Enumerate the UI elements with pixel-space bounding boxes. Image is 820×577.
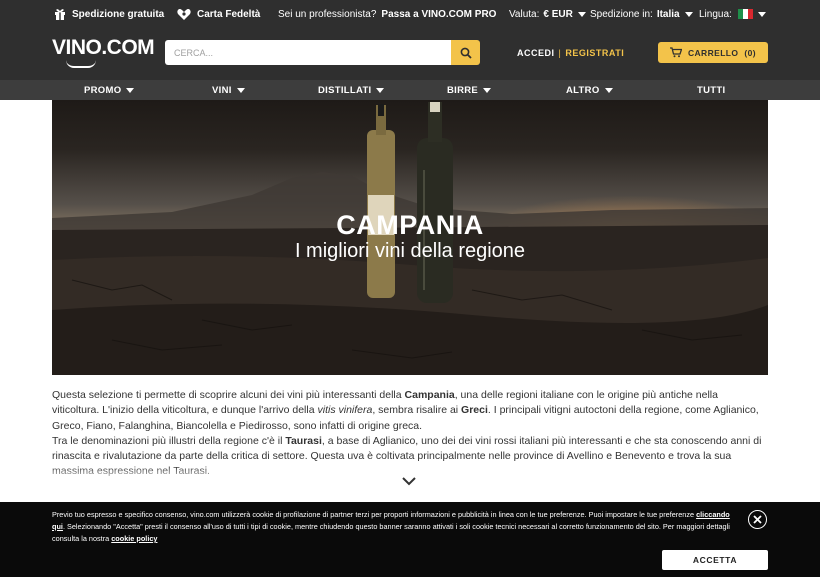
search-button[interactable] <box>451 40 480 65</box>
free-shipping-link[interactable]: Spedizione gratuita <box>54 0 164 28</box>
expand-text-button[interactable] <box>402 473 416 491</box>
register-link[interactable]: REGISTRATI <box>565 48 624 58</box>
cart-button[interactable]: CARRELLO (0) <box>658 42 768 63</box>
nav-label: DISTILLATI <box>318 84 372 96</box>
taurasi-term: Taurasi <box>285 434 322 447</box>
vitis-vinifera-term: vitis vinifera <box>317 404 373 417</box>
free-shipping-label: Spedizione gratuita <box>72 8 165 20</box>
language-selector[interactable]: Lingua: <box>699 0 766 28</box>
chevron-down-icon <box>126 87 135 93</box>
shipping-country-selector[interactable]: Spedizione in: Italia <box>590 0 693 28</box>
chevron-down-icon <box>577 11 586 17</box>
currency-value: € EUR <box>543 8 573 20</box>
nav-label: VINI <box>212 84 232 96</box>
region-name: Campania <box>404 389 455 401</box>
cookie-policy-link[interactable]: cookie policy <box>111 534 157 543</box>
loyalty-card-label: Carta Fedeltà <box>197 8 261 20</box>
nav-item-birre[interactable]: BIRRE <box>447 80 492 100</box>
nav-item-vini[interactable]: VINI <box>212 80 245 100</box>
hero-banner: CAMPANIA I migliori vini della regione <box>52 100 768 375</box>
nav-item-promo[interactable]: PROMO <box>84 80 135 100</box>
logo-smile <box>66 60 96 68</box>
chevron-down-icon <box>483 87 492 93</box>
pro-link[interactable]: Passa a VINO.COM PRO <box>381 9 496 20</box>
cart-label: CARRELLO <box>687 47 739 58</box>
login-link[interactable]: ACCEDI <box>517 48 555 58</box>
chevron-down-icon <box>604 87 613 93</box>
chevron-down-icon <box>236 87 245 93</box>
greci-term: Greci <box>461 404 488 417</box>
hero-subtitle: I migliori vini della regione <box>294 240 526 262</box>
close-icon <box>753 515 762 524</box>
text-span: , sembra risalire ai <box>372 404 462 417</box>
top-bar: Spedizione gratuita Carta Fedeltà Sei un… <box>0 0 820 28</box>
nav-label: ALTRO <box>566 84 600 96</box>
text-span: Questa selezione ti permette di scoprire… <box>52 389 405 401</box>
nav-item-tutti[interactable]: TUTTI <box>697 80 725 100</box>
main-header: VINO.COM ACCEDI|REGISTRATI CARRELLO (0) <box>0 28 820 80</box>
auth-links: ACCEDI | REGISTRATI <box>517 48 624 58</box>
chevron-down-icon <box>376 87 385 93</box>
auth-separator: | <box>558 48 562 58</box>
cart-count: (0) <box>744 47 756 58</box>
description-paragraph: Questa selezione ti permette di scoprire… <box>52 388 768 434</box>
logo-text: VINO.COM <box>52 36 155 59</box>
chevron-down-icon <box>684 11 693 17</box>
nav-label: BIRRE <box>447 84 479 96</box>
loyalty-card-icon <box>177 8 191 21</box>
cart-icon <box>669 47 682 58</box>
chevron-down-icon <box>402 477 416 486</box>
nav-item-altro[interactable]: ALTRO <box>566 80 613 100</box>
nav-label: TUTTI <box>697 84 726 96</box>
site-logo[interactable]: VINO.COM <box>52 36 155 60</box>
category-nav: PROMO VINI DISTILLATI BIRRE ALTRO TUTTI <box>0 80 820 100</box>
text-span: Previo tuo espresso e specifico consenso… <box>52 510 697 519</box>
pro-promo: Sei un professionista? Passa a VINO.COM … <box>278 0 496 28</box>
currency-label: Valuta: <box>509 8 540 20</box>
close-cookie-button[interactable] <box>748 510 767 529</box>
search-input[interactable] <box>165 40 451 65</box>
nav-label: PROMO <box>84 84 122 96</box>
nav-item-distillati[interactable]: DISTILLATI <box>318 80 385 100</box>
shipping-country-value: Italia <box>656 8 680 20</box>
text-span: Tra le denominazioni più illustri della … <box>52 434 286 447</box>
chevron-down-icon <box>757 11 766 17</box>
pro-link-label: Passa a VINO.COM PRO <box>381 8 497 20</box>
pro-question: Sei un professionista? <box>278 8 377 20</box>
accept-label: ACCETTA <box>692 555 738 565</box>
gift-icon <box>54 8 66 20</box>
search-icon <box>460 47 472 59</box>
cookie-text: Previo tuo espresso e specifico consenso… <box>52 509 732 545</box>
cookie-banner: Previo tuo espresso e specifico consenso… <box>0 502 820 577</box>
flag-italy-icon <box>737 9 753 19</box>
hero-title: CAMPANIA <box>336 210 484 240</box>
shipping-country-label: Spedizione in: <box>590 8 653 20</box>
language-label: Lingua: <box>699 8 732 20</box>
accept-cookies-button[interactable]: ACCETTA <box>662 550 768 570</box>
loyalty-card-link[interactable]: Carta Fedeltà <box>177 0 260 28</box>
currency-selector[interactable]: Valuta: € EUR <box>509 0 586 28</box>
